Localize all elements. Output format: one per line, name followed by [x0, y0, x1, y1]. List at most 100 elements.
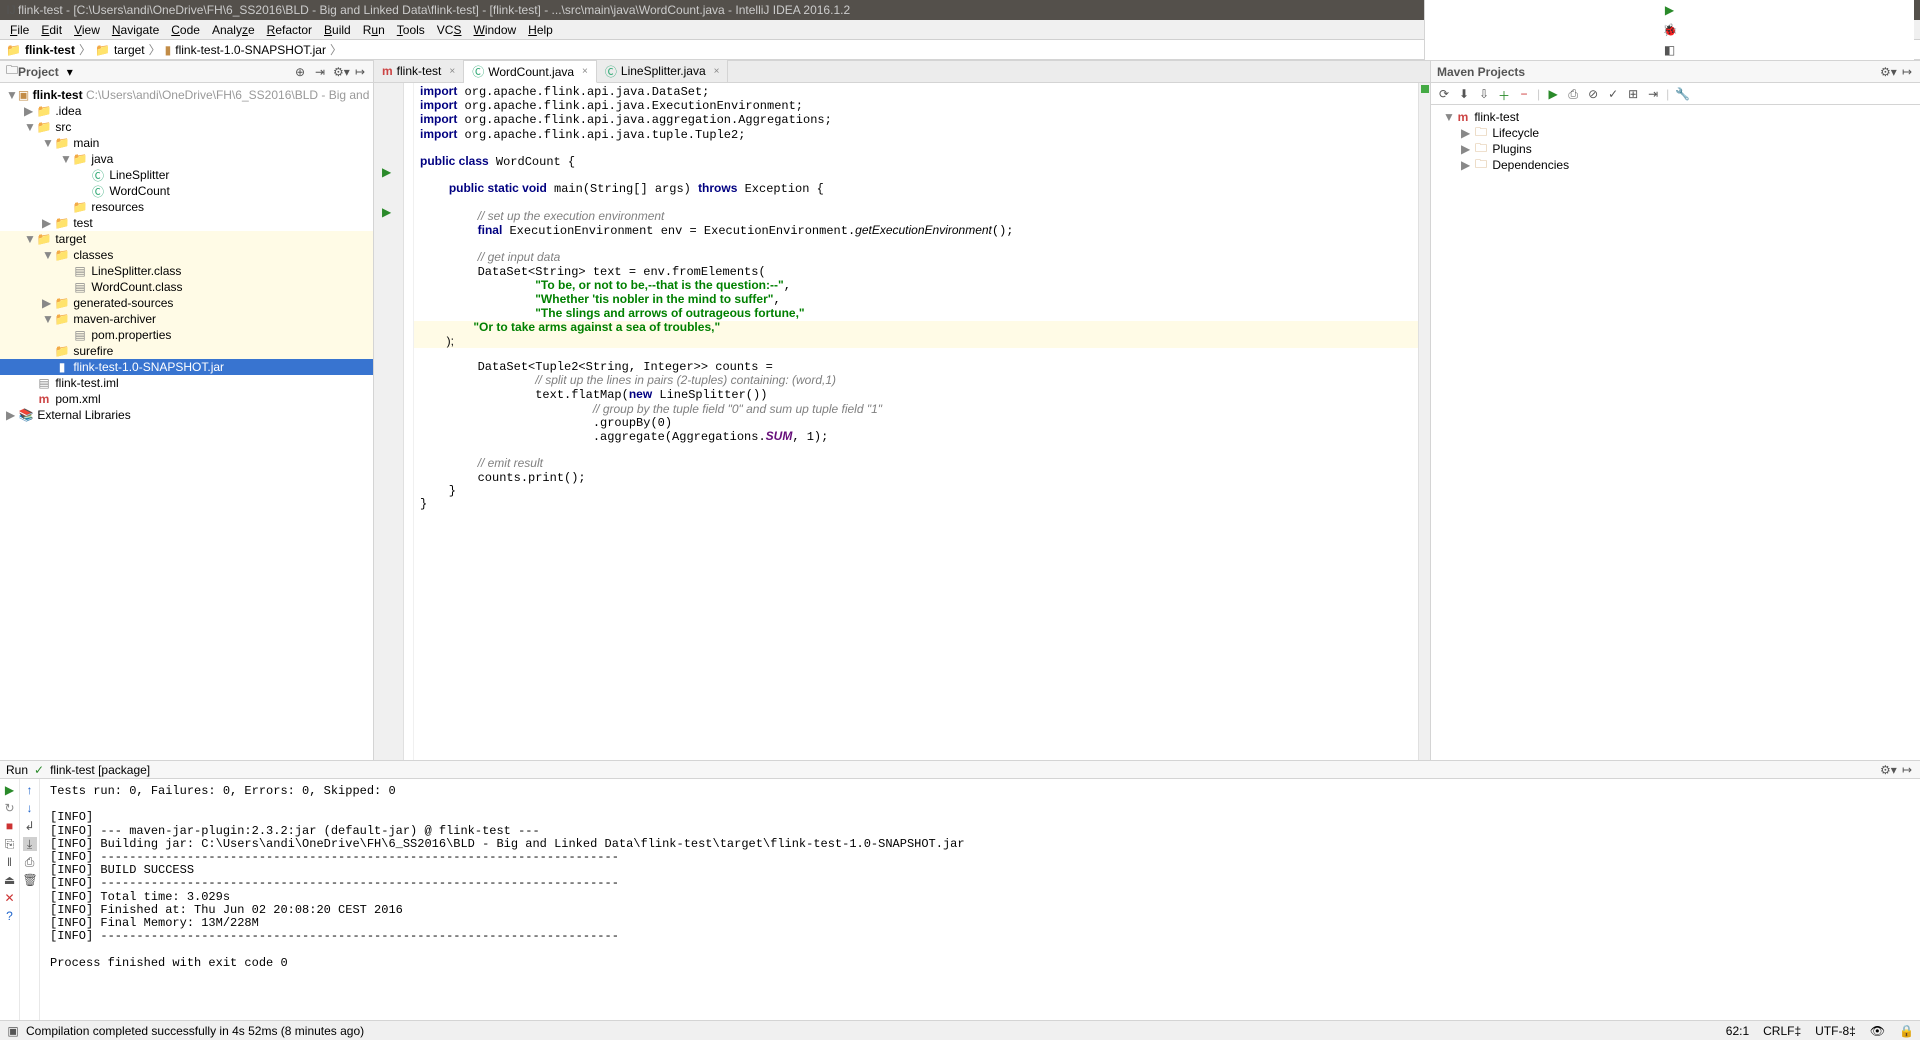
- execute-goal-icon[interactable]: ⎙: [1566, 87, 1580, 101]
- breadcrumb-item[interactable]: 📁 target: [95, 43, 145, 57]
- add-icon[interactable]: ＋: [1497, 87, 1511, 101]
- scroll-from-source-icon[interactable]: ⊕: [293, 65, 307, 79]
- gear-icon[interactable]: ⚙▾: [333, 65, 347, 79]
- error-stripe[interactable]: [1418, 83, 1430, 760]
- close-tab-icon[interactable]: ✕: [3, 891, 17, 905]
- tree-folder[interactable]: ▼📁 src: [0, 119, 373, 135]
- tree-ext-libs[interactable]: ▶📚 External Libraries: [0, 407, 373, 423]
- menu-view[interactable]: View: [68, 23, 106, 37]
- tree-folder[interactable]: ▶📁 .idea: [0, 103, 373, 119]
- gear-icon[interactable]: ⚙▾: [1880, 65, 1894, 79]
- tree-folder[interactable]: 📁 resources: [0, 199, 373, 215]
- tree-file[interactable]: ▤ LineSplitter.class: [0, 263, 373, 279]
- tab-linesplitter[interactable]: ⒸLineSplitter.java×: [597, 60, 729, 82]
- code-content[interactable]: import org.apache.flink.api.java.DataSet…: [414, 83, 1418, 760]
- toggle-skip-tests-icon[interactable]: ✓: [1606, 87, 1620, 101]
- scroll-end-icon[interactable]: ⤓: [23, 837, 37, 851]
- remove-icon[interactable]: −: [1517, 87, 1531, 101]
- maven-lifecycle[interactable]: ▶🗀 Lifecycle: [1437, 125, 1914, 141]
- menu-refactor[interactable]: Refactor: [261, 23, 318, 37]
- tab-flink-test[interactable]: mflink-test×: [374, 60, 464, 82]
- print-icon[interactable]: ⎙: [23, 855, 37, 869]
- menu-file[interactable]: File: [4, 23, 35, 37]
- tree-file[interactable]: m pom.xml: [0, 391, 373, 407]
- menu-build[interactable]: Build: [318, 23, 357, 37]
- gutter[interactable]: ▶ ▶: [374, 83, 404, 760]
- collapse-all-icon[interactable]: ⇥: [313, 65, 327, 79]
- tree-folder[interactable]: ▼📁 main: [0, 135, 373, 151]
- rerun-failed-icon[interactable]: ↻: [3, 801, 17, 815]
- maven-tree[interactable]: ▼m flink-test ▶🗀 Lifecycle ▶🗀 Plugins ▶🗀…: [1431, 105, 1920, 760]
- line-separator[interactable]: CRLF‡: [1763, 1024, 1801, 1038]
- run-icon[interactable]: ▶: [1546, 87, 1560, 101]
- menu-run[interactable]: Run: [357, 23, 391, 37]
- run-button[interactable]: ▶: [1663, 3, 1677, 17]
- maven-plugins[interactable]: ▶🗀 Plugins: [1437, 141, 1914, 157]
- reimport-icon[interactable]: ⟳: [1437, 87, 1451, 101]
- exit-icon[interactable]: ⏏: [3, 873, 17, 887]
- maven-deps[interactable]: ▶🗀 Dependencies: [1437, 157, 1914, 173]
- menu-edit[interactable]: Edit: [35, 23, 68, 37]
- inspection-icon[interactable]: 👁: [1870, 1024, 1885, 1038]
- toggle-offline-icon[interactable]: ⊘: [1586, 87, 1600, 101]
- close-icon[interactable]: ×: [582, 66, 588, 77]
- menu-tools[interactable]: Tools: [391, 23, 431, 37]
- dump-threads-icon[interactable]: ⎘: [3, 837, 17, 851]
- run-gutter-icon[interactable]: ▶: [382, 205, 391, 219]
- tree-folder[interactable]: ▶📁 test: [0, 215, 373, 231]
- tree-folder[interactable]: ▼📁 maven-archiver: [0, 311, 373, 327]
- run-gutter-icon[interactable]: ▶: [382, 165, 391, 179]
- hide-panel-icon[interactable]: ↦: [1900, 763, 1914, 777]
- project-tree[interactable]: ▼▣ flink-test C:\Users\andi\OneDrive\FH\…: [0, 83, 373, 760]
- menu-vcs[interactable]: VCS: [431, 23, 468, 37]
- tree-file[interactable]: ▤ pom.properties: [0, 327, 373, 343]
- tree-folder[interactable]: ▼📁 target: [0, 231, 373, 247]
- lock-icon[interactable]: 🔒: [1899, 1024, 1914, 1038]
- close-icon[interactable]: ×: [714, 66, 720, 77]
- tab-wordcount[interactable]: ⒸWordCount.java×: [464, 61, 597, 83]
- close-icon[interactable]: ×: [449, 66, 455, 77]
- settings-icon[interactable]: 🔧: [1675, 87, 1689, 101]
- soft-wrap-icon[interactable]: ↲: [23, 819, 37, 833]
- download-icon[interactable]: ⇩: [1477, 87, 1491, 101]
- breadcrumb-item[interactable]: 📁 flink-test: [6, 43, 75, 57]
- tree-file[interactable]: Ⓒ LineSplitter: [0, 167, 373, 183]
- up-stack-icon[interactable]: ↑: [23, 783, 37, 797]
- tree-folder[interactable]: 📁 surefire: [0, 343, 373, 359]
- tree-folder[interactable]: ▼📁 classes: [0, 247, 373, 263]
- clear-all-icon[interactable]: 🗑: [23, 873, 37, 887]
- tree-file[interactable]: ▤ WordCount.class: [0, 279, 373, 295]
- menu-code[interactable]: Code: [165, 23, 206, 37]
- tree-file[interactable]: Ⓒ WordCount: [0, 183, 373, 199]
- project-view-dropdown[interactable]: ▾: [67, 65, 73, 79]
- tree-folder[interactable]: ▼📁 java: [0, 151, 373, 167]
- console-output[interactable]: Tests run: 0, Failures: 0, Errors: 0, Sk…: [40, 779, 1920, 1020]
- caret-position[interactable]: 62:1: [1726, 1024, 1749, 1038]
- pause-icon[interactable]: ‖: [3, 855, 17, 869]
- help-icon[interactable]: ?: [3, 909, 17, 923]
- menu-navigate[interactable]: Navigate: [106, 23, 165, 37]
- coverage-button[interactable]: ◧: [1663, 43, 1677, 57]
- stop-icon[interactable]: ■: [3, 819, 17, 833]
- tree-file[interactable]: ▤ flink-test.iml: [0, 375, 373, 391]
- tree-root[interactable]: ▼▣ flink-test C:\Users\andi\OneDrive\FH\…: [0, 87, 373, 103]
- show-deps-icon[interactable]: ⊞: [1626, 87, 1640, 101]
- editor[interactable]: ▶ ▶ import org.apache.flink.api.java.Dat…: [374, 83, 1430, 760]
- hide-panel-icon[interactable]: ↦: [1900, 65, 1914, 79]
- tree-file-selected[interactable]: ▮ flink-test-1.0-SNAPSHOT.jar: [0, 359, 373, 375]
- collapse-icon[interactable]: ⇥: [1646, 87, 1660, 101]
- hide-panel-icon[interactable]: ↦: [353, 65, 367, 79]
- menu-help[interactable]: Help: [522, 23, 559, 37]
- tool-window-icon[interactable]: ▣: [6, 1024, 20, 1038]
- down-stack-icon[interactable]: ↓: [23, 801, 37, 815]
- file-encoding[interactable]: UTF-8‡: [1815, 1024, 1856, 1038]
- debug-button[interactable]: 🐞: [1663, 23, 1677, 37]
- menu-analyze[interactable]: Analyze: [206, 23, 261, 37]
- rerun-icon[interactable]: ▶: [3, 783, 17, 797]
- generate-sources-icon[interactable]: ⬇: [1457, 87, 1471, 101]
- breadcrumb-item[interactable]: ▮ flink-test-1.0-SNAPSHOT.jar: [165, 43, 326, 57]
- maven-root[interactable]: ▼m flink-test: [1437, 109, 1914, 125]
- menu-window[interactable]: Window: [467, 23, 522, 37]
- tree-folder[interactable]: ▶📁 generated-sources: [0, 295, 373, 311]
- gear-icon[interactable]: ⚙▾: [1880, 763, 1894, 777]
